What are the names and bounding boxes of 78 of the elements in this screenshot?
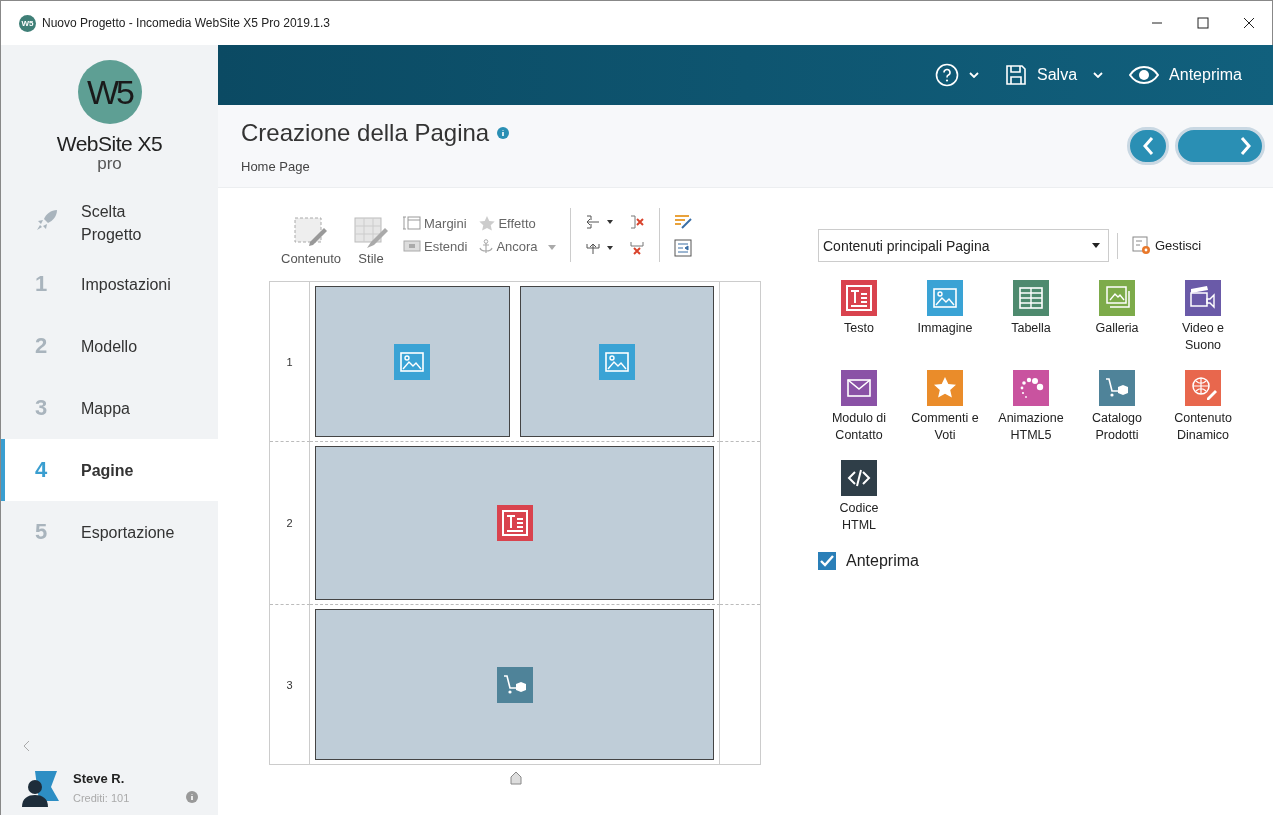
format-brush-icon[interactable]: [673, 212, 692, 229]
page-name: Home Page: [241, 158, 311, 174]
rocket-icon: [35, 208, 59, 232]
object-button[interactable]: Video e Suono: [1167, 278, 1239, 358]
chevron-right-icon: [1240, 136, 1252, 156]
indent-icon[interactable]: [673, 238, 692, 257]
caret-icon[interactable]: [547, 245, 556, 250]
toolbar-button[interactable]: Stile: [349, 203, 393, 266]
object-button[interactable]: Modulo di Contatto: [823, 368, 895, 448]
logo-edition: pro: [97, 156, 122, 172]
nav-item[interactable]: 4 Pagine: [1, 439, 218, 501]
manage-button[interactable]: Gestisci: [1126, 234, 1208, 257]
image-icon: [394, 343, 431, 380]
delete-row-icon[interactable]: [628, 239, 645, 256]
maximize-icon: [1197, 17, 1209, 29]
chevron-left-icon: [1142, 136, 1154, 156]
column-marker-icon[interactable]: [510, 771, 522, 785]
insert-column-icon[interactable]: [584, 213, 615, 230]
page-title: Creazione della Pagina: [241, 118, 490, 147]
row-number: 2: [270, 442, 310, 605]
app-logo: W5: [19, 14, 36, 32]
brush-grid-icon: [353, 215, 389, 250]
delete-column-icon[interactable]: [628, 213, 645, 230]
back-button[interactable]: [1127, 127, 1169, 165]
stretch-icon: [403, 239, 421, 253]
object-button[interactable]: Tabella: [995, 278, 1067, 358]
object-button[interactable]: Catalogo Prodotti: [1081, 368, 1153, 448]
next-button[interactable]: [1175, 127, 1265, 165]
gear-list-icon: [1132, 235, 1152, 256]
checkbox[interactable]: [818, 552, 836, 570]
row-number: 3: [270, 605, 310, 764]
caret-icon: [1092, 243, 1100, 248]
object-button[interactable]: Animazione HTML5: [995, 368, 1067, 448]
logo-name: WebSite X5: [56, 132, 163, 156]
object-button[interactable]: Immagine: [909, 278, 981, 358]
user-name: Steve R.: [73, 770, 126, 786]
object-button[interactable]: Galleria: [1081, 278, 1153, 358]
toolbar-button[interactable]: Estendi: [403, 238, 468, 254]
credits-text: Crediti: 101: [73, 791, 130, 804]
logo-mark: W5: [77, 60, 142, 124]
cart-icon: [496, 666, 533, 703]
checkbox-label: Anteprima: [846, 552, 919, 570]
close-icon: [1243, 17, 1255, 29]
caret-icon: [1093, 72, 1104, 78]
row-number: 1: [270, 282, 310, 442]
info-icon[interactable]: [186, 791, 198, 803]
content-cell[interactable]: [315, 286, 510, 437]
nav-item[interactable]: 5 Esportazione: [1, 501, 218, 563]
image-icon: [598, 343, 635, 380]
save-icon: [1005, 64, 1028, 86]
content-cell[interactable]: [315, 446, 714, 600]
object-button[interactable]: Commenti e Voti: [909, 368, 981, 448]
content-cell[interactable]: [519, 286, 714, 437]
preview-button[interactable]: Anteprima: [1123, 62, 1248, 88]
nav-item[interactable]: Scelta Progetto: [1, 193, 218, 253]
window-title: Nuovo Progetto - Incomedia WebSite X5 Pro 2019.1.3: [42, 16, 331, 30]
save-button[interactable]: Salva: [999, 60, 1110, 90]
content-cell[interactable]: [315, 609, 714, 760]
nav-item[interactable]: 2 Modello: [1, 315, 218, 377]
object-button[interactable]: Codice HTML: [823, 458, 895, 538]
nav-item[interactable]: 1 Impostazioni: [1, 253, 218, 315]
info-icon[interactable]: [497, 126, 510, 139]
anchor-icon: [479, 238, 494, 254]
category-dropdown[interactable]: Contenuti principali Pagina: [818, 229, 1109, 262]
object-button[interactable]: Contenuto Dinamico: [1167, 368, 1239, 448]
nav-item[interactable]: 3 Mappa: [1, 377, 218, 439]
help-icon: [935, 63, 960, 87]
toolbar-button[interactable]: Margini: [403, 215, 468, 231]
toolbar-button[interactable]: Ancora: [479, 238, 538, 254]
toolbar-button[interactable]: Effetto: [479, 215, 538, 231]
text-block-icon: [496, 505, 533, 541]
caret-icon: [969, 72, 980, 78]
margins-icon: [403, 216, 421, 230]
star-icon: [479, 215, 496, 231]
object-button[interactable]: Testo: [823, 278, 895, 358]
chevron-left-icon: [23, 740, 31, 752]
toolbar-button[interactable]: Contenuto: [277, 203, 345, 266]
eye-icon: [1129, 66, 1160, 84]
